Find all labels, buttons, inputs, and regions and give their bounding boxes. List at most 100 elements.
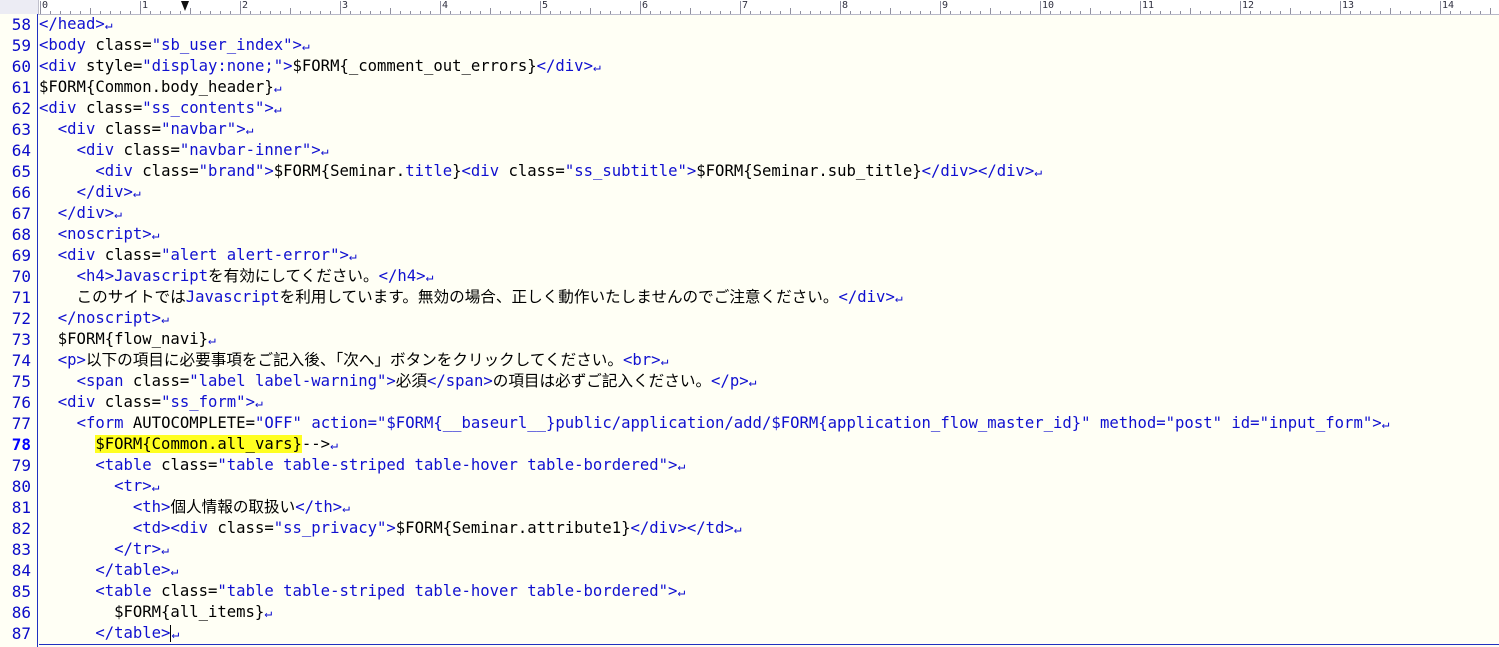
ruler-tick bbox=[1240, 1, 1241, 14]
ruler-label: 2 bbox=[242, 0, 249, 11]
line-number: 73 bbox=[11, 330, 31, 349]
html-tag-token: </th> bbox=[295, 498, 343, 516]
code-line[interactable]: <th>個人情報の取扱い</th>↵ bbox=[39, 497, 350, 518]
html-tag-token: <table bbox=[95, 582, 162, 600]
newline-mark-icon: ↵ bbox=[151, 228, 160, 243]
code-line[interactable]: <table class="table table-striped table-… bbox=[39, 581, 685, 602]
line-number: 62 bbox=[11, 99, 31, 118]
text-token: class= bbox=[142, 162, 199, 180]
code-line[interactable]: <tr>↵ bbox=[39, 476, 159, 497]
ruler-tick bbox=[240, 1, 241, 14]
code-line[interactable]: <span class="label label-warning">必須</sp… bbox=[39, 371, 757, 392]
code-line[interactable]: $FORM{Common.body_header}↵ bbox=[39, 77, 282, 98]
line-number: 82 bbox=[11, 519, 31, 538]
html-tag-token: <form bbox=[76, 414, 133, 432]
code-line[interactable]: <body class="sb_user_index">↵ bbox=[39, 35, 310, 56]
html-tag-token: > bbox=[245, 393, 255, 411]
ruler-label: 1 bbox=[142, 0, 149, 11]
newline-mark-icon: ↵ bbox=[254, 396, 263, 411]
ruler-corner bbox=[0, 0, 39, 14]
html-tag-token: <body bbox=[39, 36, 96, 54]
ruler-label: 5 bbox=[542, 0, 549, 11]
ruler-tick bbox=[540, 1, 541, 14]
code-line[interactable]: $FORM{all_items}↵ bbox=[39, 602, 272, 623]
code-line[interactable]: <h4>Javascriptを有効にしてください。</h4>↵ bbox=[39, 266, 434, 287]
html-tag-token: > bbox=[236, 120, 246, 138]
newline-mark-icon: ↵ bbox=[245, 123, 254, 138]
code-line[interactable]: <div class="ss_contents">↵ bbox=[39, 98, 282, 119]
keyword-token: Javascript bbox=[114, 267, 209, 285]
string-token: "sb_user_index" bbox=[151, 36, 293, 54]
code-line[interactable]: <form AUTOCOMPLETE="OFF" action="$FORM{_… bbox=[39, 413, 1390, 434]
newline-mark-icon: ↵ bbox=[592, 60, 601, 75]
code-line[interactable]: <div style="display:none;">$FORM{_commen… bbox=[39, 56, 601, 77]
line-number: 84 bbox=[11, 561, 31, 580]
string-token: "$FORM{__baseurl__}public/application/ad… bbox=[377, 414, 1091, 432]
html-tag-token: </div> bbox=[838, 288, 895, 306]
code-line[interactable]: $FORM{Common.all_vars}-->↵ bbox=[39, 434, 338, 455]
html-tag-token: > bbox=[386, 519, 396, 537]
line-number: 66 bbox=[11, 183, 31, 202]
html-tag-token: action= bbox=[311, 414, 378, 432]
ruler-tick bbox=[1440, 1, 1441, 14]
ruler-tick bbox=[740, 1, 741, 14]
text-token: class= bbox=[104, 120, 162, 138]
code-line[interactable]: </div>↵ bbox=[39, 203, 122, 224]
code-line[interactable]: <div class="navbar">↵ bbox=[39, 119, 254, 140]
html-tag-token: > bbox=[311, 141, 321, 159]
newline-mark-icon: ↵ bbox=[733, 522, 742, 537]
string-token: "ss_form" bbox=[161, 393, 246, 411]
ruler-tick bbox=[340, 1, 341, 14]
code-line[interactable]: </table>↵ bbox=[39, 623, 179, 644]
code-line[interactable]: </tr>↵ bbox=[39, 539, 169, 560]
text-editor[interactable]: </head>↵ <body class="sb_user_index">↵ <di… bbox=[39, 14, 1499, 647]
code-line[interactable]: </head>↵ bbox=[39, 14, 113, 35]
editor-bottom-border bbox=[39, 644, 1499, 645]
html-tag-token: </div></td> bbox=[630, 519, 734, 537]
code-line[interactable]: <div class="alert alert-error">↵ bbox=[39, 245, 357, 266]
code-line[interactable]: </div>↵ bbox=[39, 182, 141, 203]
newline-mark-icon: ↵ bbox=[894, 291, 903, 306]
text-token: class= bbox=[161, 582, 218, 600]
text-token: } bbox=[452, 162, 462, 180]
line-number: 65 bbox=[11, 162, 31, 181]
code-line[interactable]: <noscript>↵ bbox=[39, 224, 160, 245]
newline-mark-icon: ↵ bbox=[104, 18, 113, 33]
line-number: 58 bbox=[11, 15, 31, 34]
text-token: class= bbox=[123, 141, 180, 159]
string-token: "navbar-inner" bbox=[179, 141, 312, 159]
code-line[interactable]: <div class="brand">$FORM{Seminar.title}<… bbox=[39, 161, 1042, 182]
code-line[interactable]: $FORM{flow_navi}↵ bbox=[39, 329, 216, 350]
text-token: の項目は必ずご記入ください。 bbox=[492, 372, 712, 390]
ruler-caret-icon bbox=[181, 1, 189, 11]
newline-mark-icon: ↵ bbox=[425, 270, 434, 285]
newline-mark-icon: ↵ bbox=[330, 438, 338, 453]
ruler-label: 8 bbox=[842, 0, 849, 11]
code-line[interactable]: </noscript>↵ bbox=[39, 308, 169, 329]
string-token: "brand" bbox=[198, 162, 265, 180]
ruler-tick bbox=[1140, 1, 1141, 14]
code-line[interactable]: <div class="ss_form">↵ bbox=[39, 392, 263, 413]
code-line[interactable]: <p>以下の項目に必要事項をご記入後、「次へ」ボタンをクリックしてください。<b… bbox=[39, 350, 669, 371]
text-token: $FORM{_comment_out_errors} bbox=[292, 57, 537, 75]
code-line[interactable]: <div class="navbar-inner">↵ bbox=[39, 140, 329, 161]
code-line[interactable]: </table>↵ bbox=[39, 560, 178, 581]
line-number: 60 bbox=[11, 57, 31, 76]
newline-mark-icon: ↵ bbox=[273, 102, 282, 117]
string-token: "ss_contents" bbox=[142, 99, 265, 117]
line-number: 71 bbox=[11, 288, 31, 307]
text-token: class= bbox=[132, 372, 190, 390]
html-tag-token: </div> bbox=[76, 183, 133, 201]
code-line[interactable]: <table class="table table-striped table-… bbox=[39, 455, 685, 476]
line-number: 80 bbox=[11, 477, 31, 496]
code-line[interactable]: <td><div class="ss_privacy">$FORM{Semina… bbox=[39, 518, 742, 539]
code-line[interactable]: このサイトではJavascriptを利用しています。無効の場合、正しく動作いたし… bbox=[39, 287, 903, 308]
